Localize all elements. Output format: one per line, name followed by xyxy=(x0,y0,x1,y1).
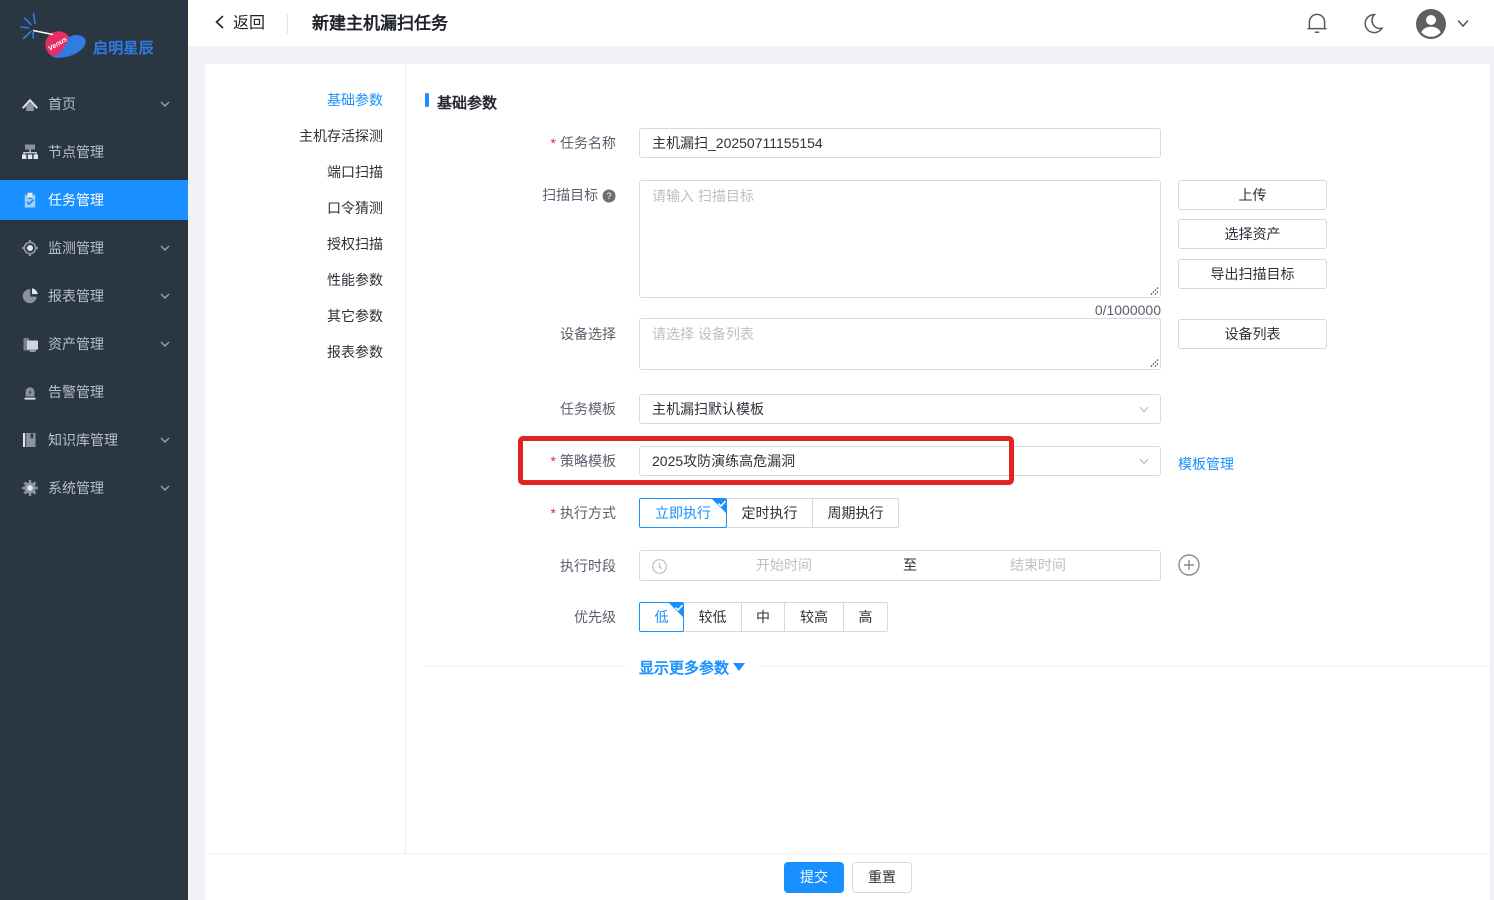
svg-text:?: ? xyxy=(606,191,611,201)
